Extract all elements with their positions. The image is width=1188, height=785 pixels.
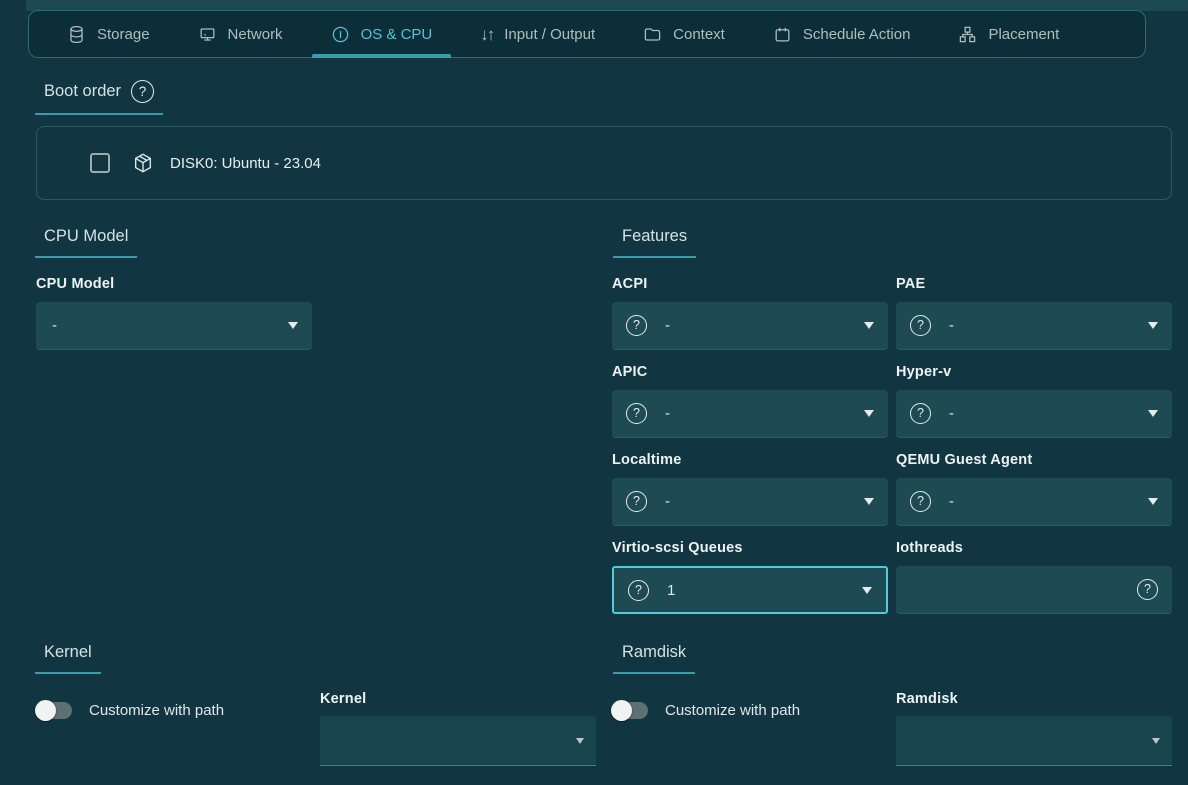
ramdisk-select[interactable] [896,716,1172,766]
ramdisk-customize-label: Customize with path [665,702,800,719]
cpu-model-dropdown[interactable]: - [36,302,312,350]
section-heading-cpu-model: CPU Model [35,227,137,258]
boot-item-label: DISK0: Ubuntu - 23.04 [170,155,321,172]
iothreads-help-icon[interactable]: ? [1137,579,1158,600]
iothreads-label: Iothreads [896,540,963,556]
tab-label: Input / Output [504,26,595,43]
chevron-down-icon [862,587,872,594]
chevron-down-icon [1148,498,1158,505]
kernel-customize-toggle-row[interactable]: Customize with path [36,702,224,719]
qemu-guest-agent-label: QEMU Guest Agent [896,452,1032,468]
hyperv-dropdown[interactable]: ? - [896,390,1172,438]
acpi-dropdown[interactable]: ? - [612,302,888,350]
sitemap-icon [958,25,977,44]
kernel-customize-label: Customize with path [89,702,224,719]
kernel-select[interactable] [320,716,596,766]
cpu-model-heading: CPU Model [44,227,128,246]
tab-label: Network [228,26,283,43]
boot-item-checkbox[interactable] [90,153,110,173]
toggle-knob [611,700,632,721]
calendar-icon [773,25,792,44]
io-arrows-icon: ↓↑ [480,26,493,43]
tab-input-output[interactable]: ↓↑ Input / Output [456,11,619,57]
chevron-down-icon [1148,322,1158,329]
workstation-icon [198,25,217,44]
chevron-down-icon [864,322,874,329]
ramdisk-field-label: Ramdisk [896,691,958,707]
section-heading-kernel: Kernel [35,643,101,674]
acpi-help-icon[interactable]: ? [626,315,647,336]
apic-dropdown[interactable]: ? - [612,390,888,438]
chevron-down-icon [288,322,298,329]
apic-label: APIC [612,364,647,380]
tab-label: Context [673,26,725,43]
virtio-scsi-queues-help-icon[interactable]: ? [628,580,649,601]
chevron-down-icon [864,410,874,417]
ramdisk-customize-toggle[interactable] [612,702,648,719]
cpu-model-value: - [52,317,57,334]
pae-help-icon[interactable]: ? [910,315,931,336]
disk-package-icon [132,152,154,174]
tab-os-cpu[interactable]: OS & CPU [307,11,457,57]
tab-label: Storage [97,26,150,43]
tab-placement[interactable]: Placement [934,11,1083,57]
chevron-down-icon [1152,738,1160,744]
qemu-guest-agent-value: - [949,493,954,510]
hyperv-help-icon[interactable]: ? [910,403,931,424]
toggle-knob [35,700,56,721]
folder-icon [643,25,662,44]
section-heading-ramdisk: Ramdisk [613,643,695,674]
qemu-guest-agent-dropdown[interactable]: ? - [896,478,1172,526]
boot-order-heading: Boot order [44,82,121,101]
info-circle-icon [331,25,350,44]
apic-value: - [665,405,670,422]
kernel-heading: Kernel [44,643,92,662]
active-tab-indicator [312,54,452,58]
tab-storage[interactable]: Storage [43,11,174,57]
chevron-down-icon [576,738,584,744]
boot-order-panel: DISK0: Ubuntu - 23.04 [36,126,1172,200]
pae-label: PAE [896,276,925,292]
acpi-value: - [665,317,670,334]
kernel-field-label: Kernel [320,691,366,707]
qemu-guest-agent-help-icon[interactable]: ? [910,491,931,512]
virtio-scsi-queues-label: Virtio-scsi Queues [612,540,743,556]
tab-schedule-action[interactable]: Schedule Action [749,11,935,57]
localtime-help-icon[interactable]: ? [626,491,647,512]
ramdisk-heading: Ramdisk [622,643,686,662]
localtime-value: - [665,493,670,510]
cpu-model-label: CPU Model [36,276,114,292]
localtime-label: Localtime [612,452,682,468]
tab-label: Placement [988,26,1059,43]
hyperv-label: Hyper-v [896,364,951,380]
hyperv-value: - [949,405,954,422]
localtime-dropdown[interactable]: ? - [612,478,888,526]
chevron-down-icon [1148,410,1158,417]
pae-dropdown[interactable]: ? - [896,302,1172,350]
iothreads-input[interactable]: ? [896,566,1172,614]
chevron-down-icon [864,498,874,505]
apic-help-icon[interactable]: ? [626,403,647,424]
virtio-scsi-queues-dropdown[interactable]: ? 1 [612,566,888,614]
tab-network[interactable]: Network [174,11,307,57]
acpi-label: ACPI [612,276,647,292]
tab-label: OS & CPU [361,26,433,43]
boot-order-help-icon[interactable]: ? [131,80,154,103]
section-heading-boot-order: Boot order ? [35,80,163,115]
database-icon [67,25,86,44]
config-tabbar: Storage Network OS & CPU ↓↑ Input / Outp… [28,10,1146,58]
features-heading: Features [622,227,687,246]
ramdisk-customize-toggle-row[interactable]: Customize with path [612,702,800,719]
section-heading-features: Features [613,227,696,258]
tab-context[interactable]: Context [619,11,749,57]
pae-value: - [949,317,954,334]
virtio-scsi-queues-value: 1 [667,582,675,599]
tab-label: Schedule Action [803,26,911,43]
kernel-customize-toggle[interactable] [36,702,72,719]
